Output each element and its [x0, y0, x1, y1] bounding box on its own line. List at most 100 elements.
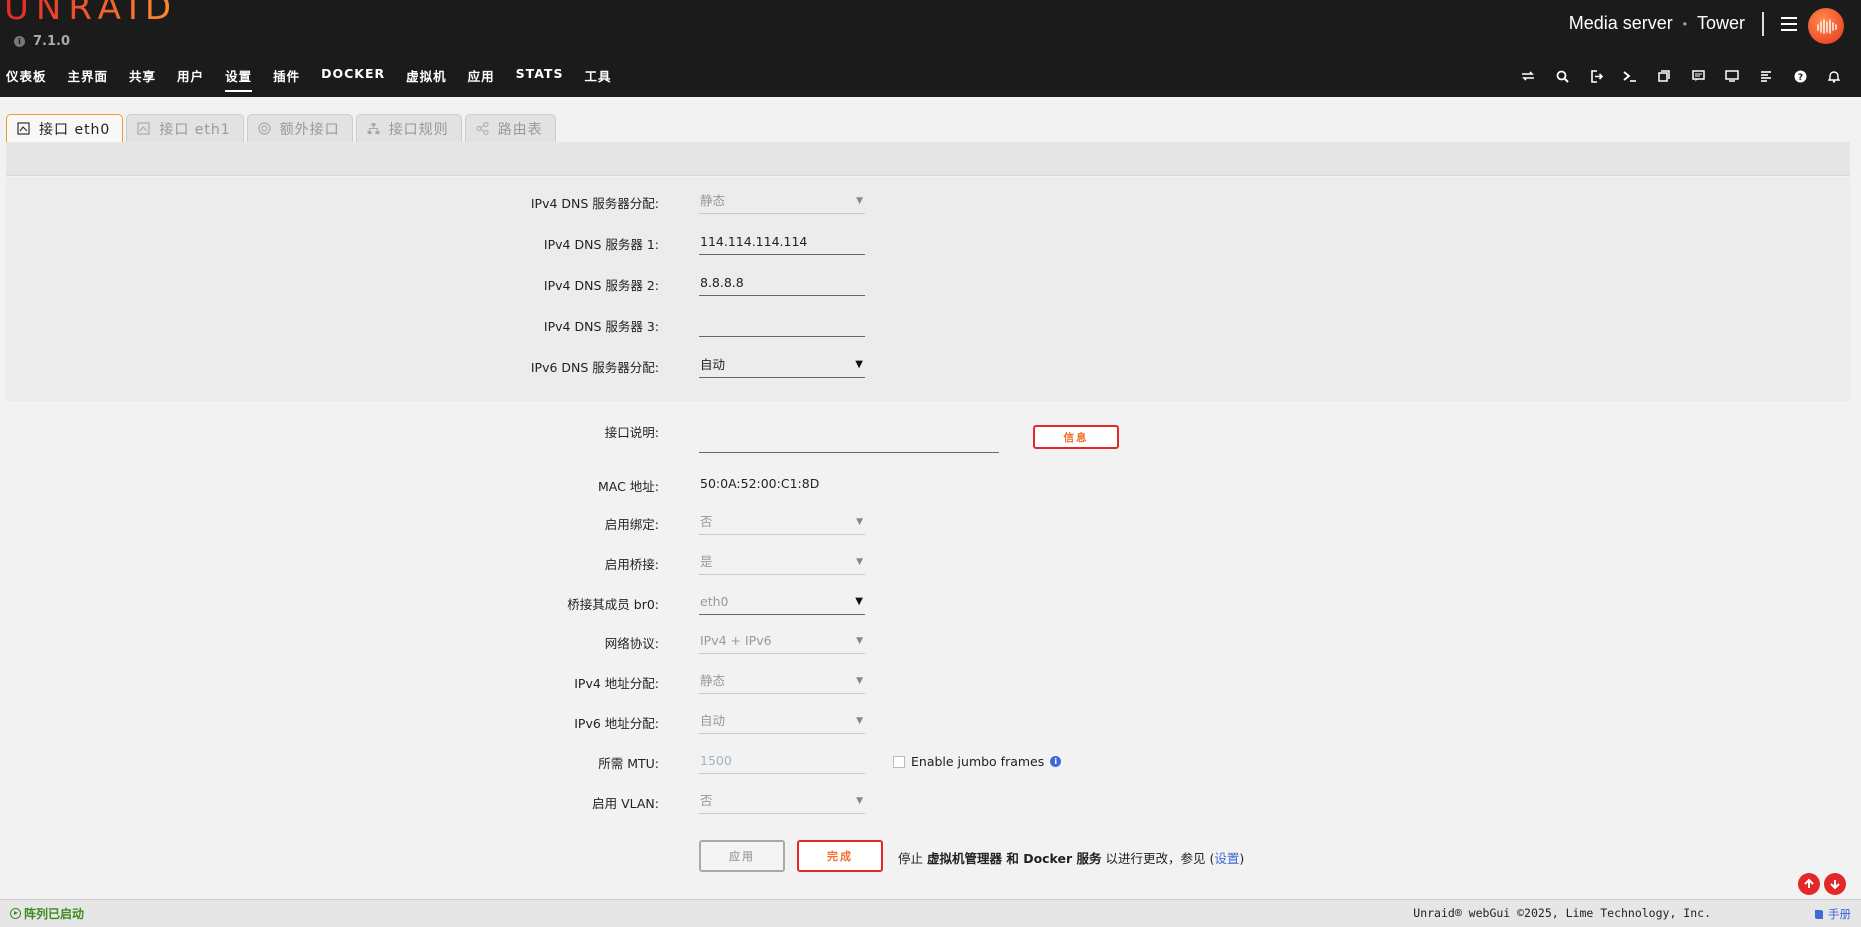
logout-icon[interactable]: [1579, 68, 1613, 84]
scroll-buttons: [1798, 873, 1846, 895]
bell-icon[interactable]: [1817, 68, 1851, 84]
ipv4-dns3-row: IPv4 DNS 服务器 3:: [0, 313, 1861, 337]
notes-icon[interactable]: [1681, 68, 1715, 84]
ipv4-dns2-input[interactable]: 8.8.8.8: [699, 272, 865, 296]
select-value: 是: [700, 554, 713, 569]
network-card-icon: [137, 122, 150, 135]
select-value: 静态: [700, 193, 726, 208]
ipv4-dns2-row: IPv4 DNS 服务器 2: 8.8.8.8: [0, 272, 1861, 296]
tab-extra-interfaces[interactable]: 额外接口: [246, 114, 353, 142]
tab-label: 接口 eth1: [159, 121, 231, 138]
bridge-members-select[interactable]: eth0 ▼: [699, 591, 865, 615]
svg-text:?: ?: [1797, 73, 1802, 83]
ipv4-dns-assignment-select[interactable]: 静态 ▼: [699, 190, 865, 214]
sitemap-icon: [367, 123, 380, 134]
server-name: Tower: [1696, 13, 1745, 33]
help-icon[interactable]: ?: [1783, 68, 1817, 84]
unraid-avatar-icon: [1817, 19, 1837, 34]
chevron-down-icon: ▼: [856, 716, 863, 726]
interface-description-input[interactable]: [699, 419, 999, 453]
chevron-down-icon: ▼: [856, 636, 863, 646]
tab-routing-table[interactable]: 路由表: [464, 114, 556, 142]
separator-dot: •: [1682, 16, 1687, 31]
bridge-members-row: 桥接其成员 br0: eth0 ▼: [0, 591, 1861, 615]
header-toolbar: ?: [1511, 68, 1851, 84]
terminal-icon[interactable]: [1613, 68, 1647, 84]
scroll-up-icon[interactable]: [1798, 873, 1820, 895]
ipv4-address-assignment-select[interactable]: 静态 ▼: [699, 670, 865, 694]
done-button[interactable]: 完成: [797, 840, 883, 872]
ipv6-address-assignment-select[interactable]: 自动 ▼: [699, 710, 865, 734]
version-text: 7.1.0: [33, 34, 71, 49]
manual-label: 手册: [1828, 907, 1851, 921]
select-value: 否: [700, 514, 713, 529]
unraid-logo[interactable]: UNRAID: [4, 0, 178, 28]
array-status: 阵列已启动: [10, 905, 84, 922]
note-services: 虚拟机管理器 和 Docker 服务: [926, 851, 1102, 866]
enable-vlan-row: 启用 VLAN: 否 ▼: [0, 790, 1861, 814]
switch-language-icon[interactable]: [1511, 68, 1545, 84]
mac-address-row: MAC 地址: 50:0A:52:00:C1:8D: [0, 473, 1861, 497]
ipv6-dns-assignment-select[interactable]: 自动 ▼: [699, 354, 865, 378]
enable-vlan-select[interactable]: 否 ▼: [699, 790, 865, 814]
interface-description-label: 接口说明:: [604, 425, 659, 440]
ipv4-dns1-input[interactable]: 114.114.114.114: [699, 231, 865, 255]
enable-bonding-row: 启用绑定: 否 ▼: [0, 511, 1861, 535]
feedback-icon[interactable]: [1647, 68, 1681, 84]
enable-bonding-label: 启用绑定:: [604, 517, 659, 532]
network-protocol-label: 网络协议:: [604, 636, 659, 651]
scroll-down-icon[interactable]: [1824, 873, 1846, 895]
note-middle: 以进行更改，参见 (: [1101, 851, 1215, 866]
manual-link[interactable]: 手册: [1814, 906, 1851, 922]
ipv4-dns3-input[interactable]: [699, 313, 865, 337]
chevron-down-icon: ▼: [856, 796, 863, 806]
settings-link[interactable]: 设置: [1214, 851, 1239, 866]
log-icon[interactable]: [1749, 68, 1783, 84]
tab-label: 接口 eth0: [39, 121, 111, 138]
enable-bridging-select[interactable]: 是 ▼: [699, 551, 865, 575]
jumbo-frames-checkbox[interactable]: [893, 755, 905, 768]
ipv4-address-assignment-row: IPv4 地址分配: 静态 ▼: [0, 670, 1861, 694]
jumbo-frames-option[interactable]: Enable jumbo frames i: [893, 754, 1062, 769]
nav-plugins[interactable]: 插件: [273, 66, 300, 92]
ipv6-address-assignment-row: IPv6 地址分配: 自动 ▼: [0, 710, 1861, 734]
info-icon[interactable]: i: [1050, 756, 1062, 767]
nav-apps[interactable]: 应用: [468, 66, 495, 92]
nav-main[interactable]: 主界面: [68, 66, 109, 92]
select-value: 自动: [700, 357, 726, 372]
interface-description-row: 接口说明:: [0, 419, 1861, 453]
network-protocol-select[interactable]: IPv4 + IPv6 ▼: [699, 630, 865, 654]
bridge-members-label: 桥接其成员 br0:: [567, 597, 659, 612]
tab-interface-rules[interactable]: 接口规则: [355, 114, 462, 142]
avatar[interactable]: [1808, 8, 1844, 44]
main-nav: 仪表板 主界面 共享 用户 设置 插件 DOCKER 虚拟机 应用 STATS …: [6, 66, 632, 92]
enable-bonding-select[interactable]: 否 ▼: [699, 511, 865, 535]
network-card-icon: [17, 122, 30, 135]
display-icon[interactable]: [1715, 68, 1749, 84]
server-description[interactable]: Media server • Tower: [1569, 13, 1745, 34]
enable-vlan-label: 启用 VLAN:: [592, 796, 659, 811]
target-icon: [258, 122, 271, 135]
nav-vms[interactable]: 虚拟机: [406, 66, 447, 92]
tab-interface-eth0[interactable]: 接口 eth0: [6, 114, 124, 142]
nav-shares[interactable]: 共享: [129, 66, 156, 92]
nav-settings[interactable]: 设置: [225, 66, 253, 92]
nav-dashboard[interactable]: 仪表板: [6, 66, 47, 92]
info-button[interactable]: 信息: [1033, 425, 1119, 449]
tab-label: 接口规则: [388, 121, 449, 138]
mtu-input[interactable]: 1500: [699, 750, 865, 774]
version-info[interactable]: i 7.1.0: [14, 34, 70, 49]
nav-stats[interactable]: STATS: [516, 66, 564, 92]
menu-icon[interactable]: [1781, 17, 1797, 31]
tab-interface-eth1[interactable]: 接口 eth1: [126, 114, 244, 142]
footer: 阵列已启动 Unraid® webGui ©2025, Lime Technol…: [0, 899, 1861, 927]
nav-tools[interactable]: 工具: [584, 66, 611, 92]
search-icon[interactable]: [1545, 68, 1579, 84]
nav-docker[interactable]: DOCKER: [321, 66, 385, 92]
apply-note: 停止 虚拟机管理器 和 Docker 服务 以进行更改，参见 (设置): [898, 848, 1244, 867]
copyright: Unraid® webGui ©2025, Lime Technology, I…: [1413, 906, 1711, 920]
ipv4-dns1-row: IPv4 DNS 服务器 1: 114.114.114.114: [0, 231, 1861, 255]
nav-users[interactable]: 用户: [177, 66, 204, 92]
select-value: 自动: [700, 713, 726, 728]
apply-button[interactable]: 应用: [699, 840, 785, 872]
